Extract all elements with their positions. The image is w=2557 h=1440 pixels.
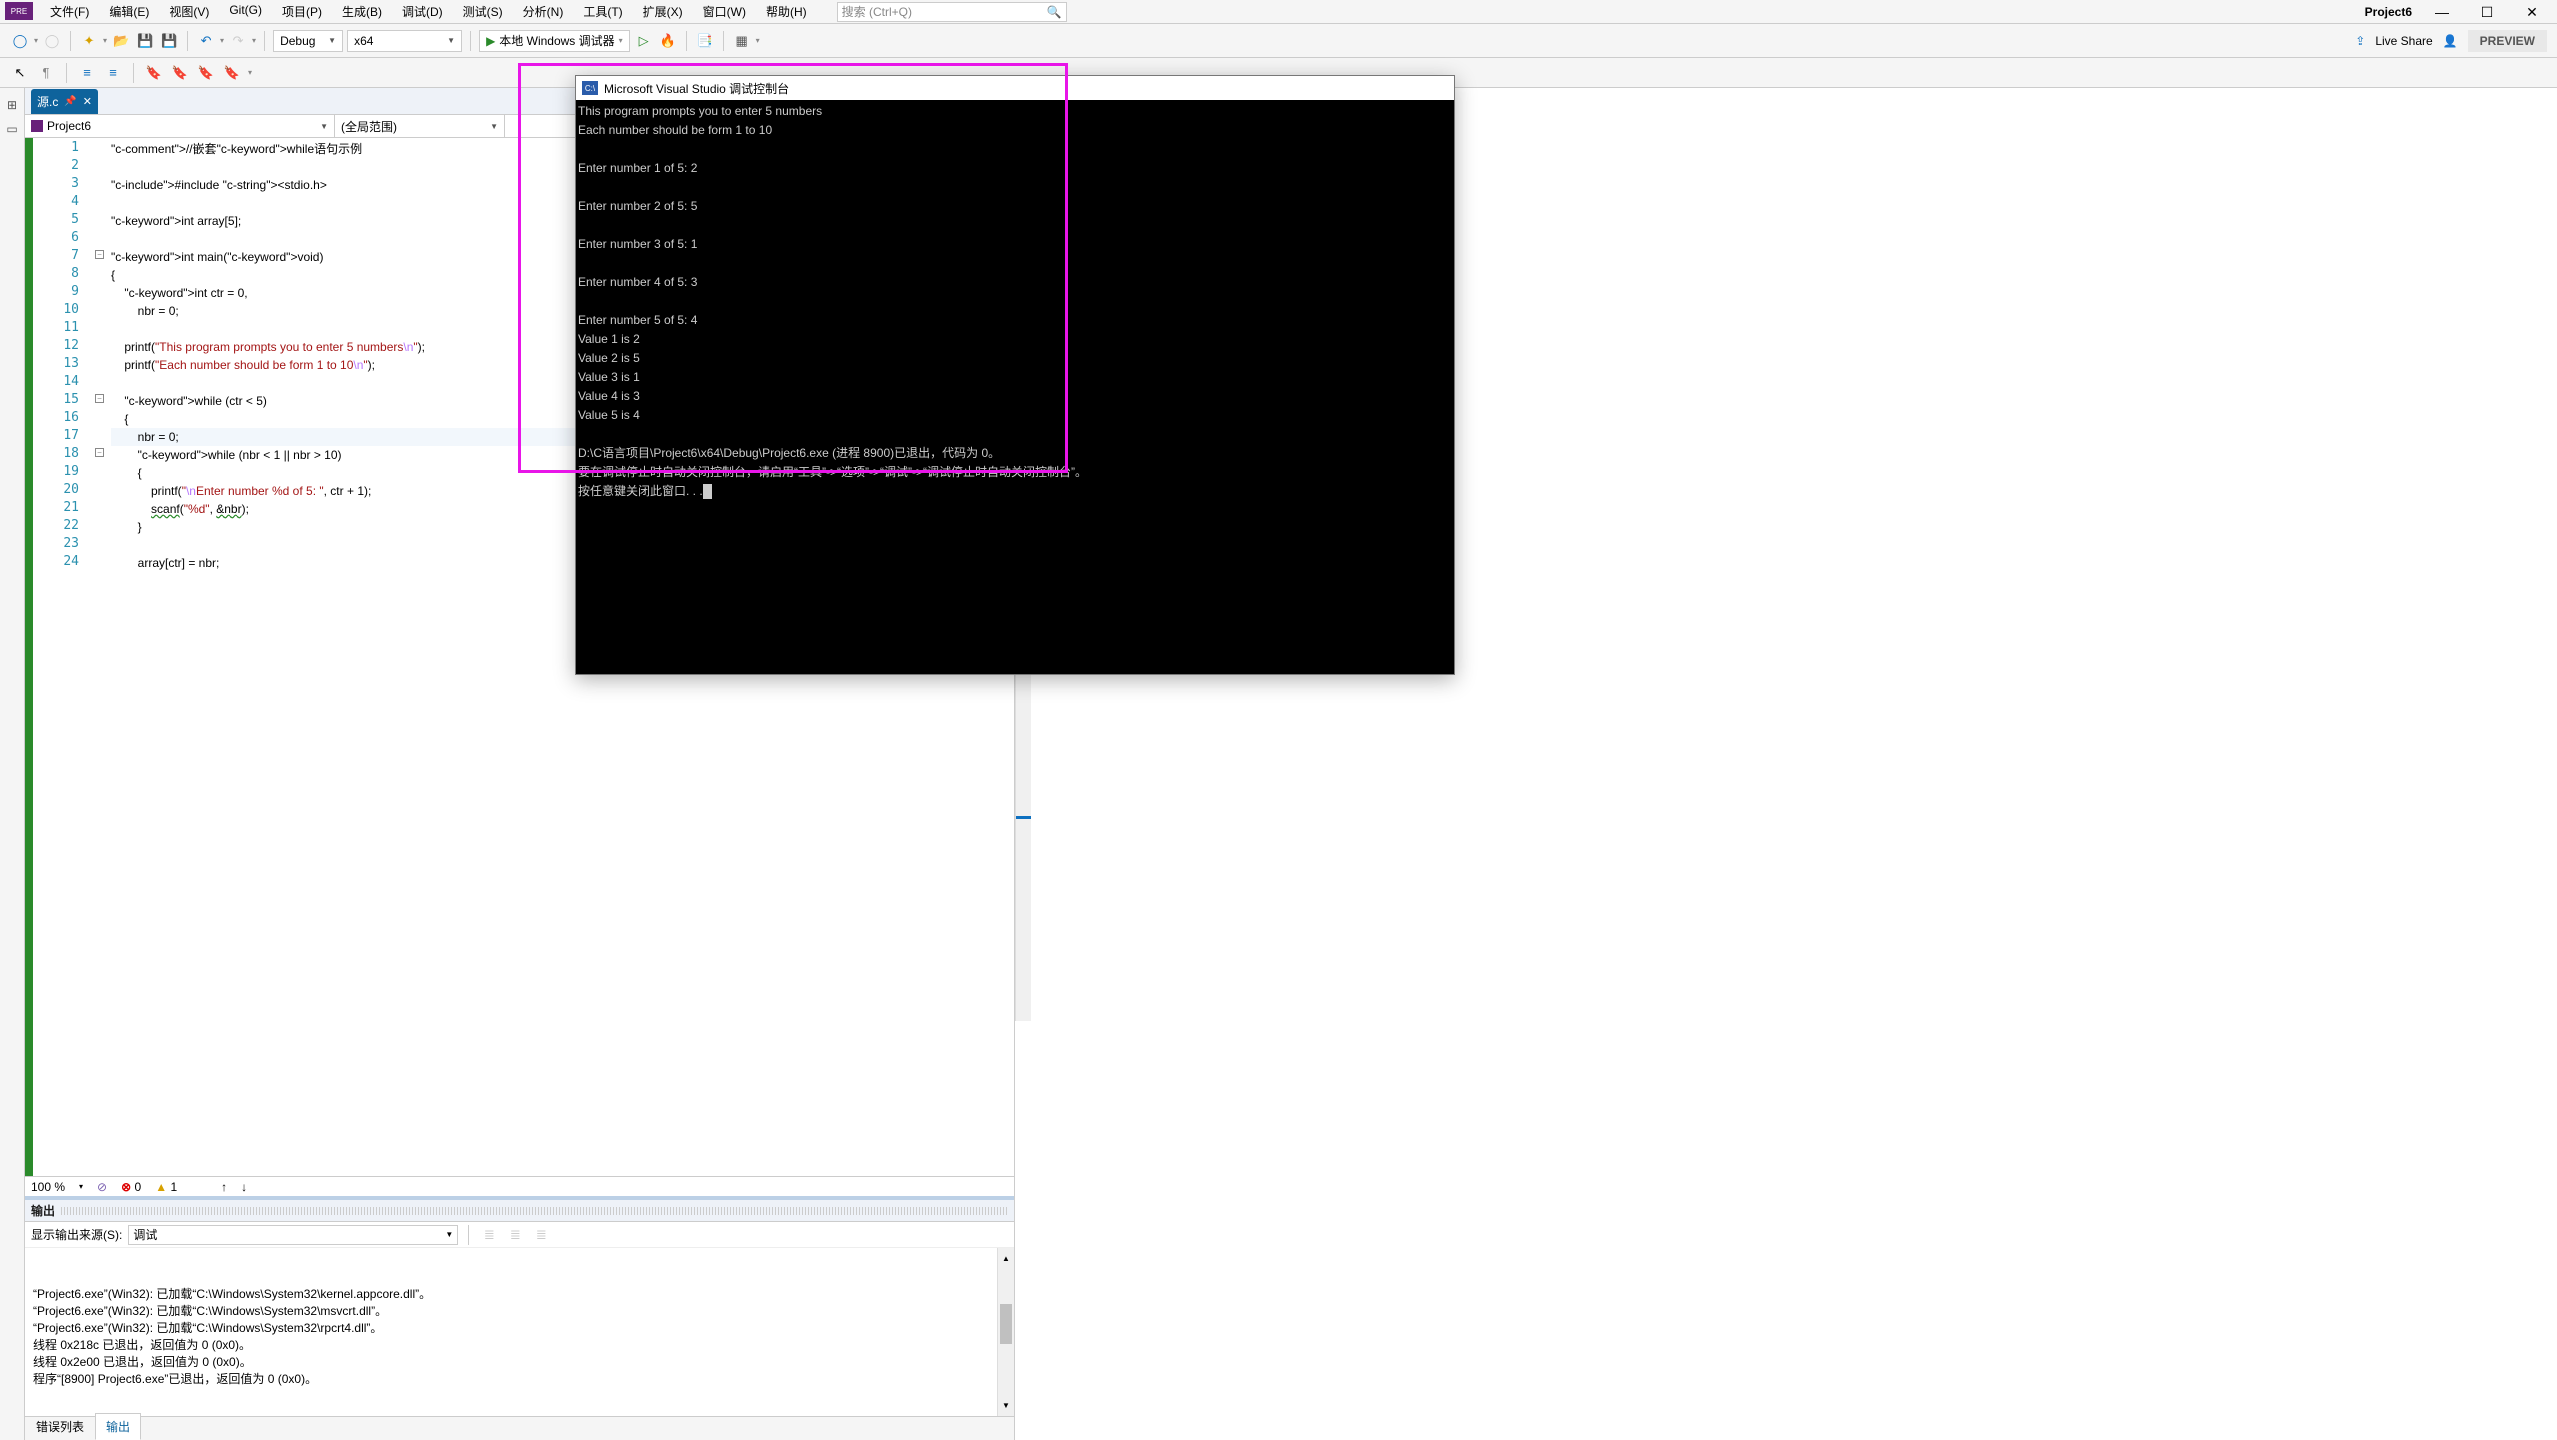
- output-text[interactable]: “Project6.exe”(Win32): 已加载“C:\Windows\Sy…: [25, 1248, 1014, 1416]
- output-source-dropdown[interactable]: 调试▼: [128, 1225, 458, 1245]
- output-title-bar[interactable]: 输出: [25, 1200, 1014, 1222]
- bottom-tab-strip: 错误列表 输出: [25, 1416, 1014, 1440]
- menu-文件(F)[interactable]: 文件(F): [40, 0, 99, 24]
- console-title-text: Microsoft Visual Studio 调试控制台: [604, 80, 789, 97]
- vs-logo-icon: PRE: [5, 2, 33, 20]
- menu-窗口(W)[interactable]: 窗口(W): [693, 0, 756, 24]
- menu-帮助(H)[interactable]: 帮助(H): [756, 0, 817, 24]
- main-toolbar: ◯ ▾ ◯ ✦ ▾ 📂 💾 💾 ↶ ▾ ↷ ▾ Debug▼ x64▼ ▶ 本地…: [0, 24, 2557, 58]
- redo-icon[interactable]: ↷: [228, 31, 248, 51]
- tab-close-icon[interactable]: ✕: [83, 95, 92, 108]
- menu-测试(S)[interactable]: 测试(S): [453, 0, 513, 24]
- nav-scope-dropdown[interactable]: (全局范围)▼: [335, 115, 505, 137]
- menu-视图(V)[interactable]: 视图(V): [159, 0, 219, 24]
- fold-toggle[interactable]: −: [95, 250, 104, 259]
- preview-button[interactable]: PREVIEW: [2468, 30, 2547, 52]
- warning-count: 1: [170, 1180, 177, 1194]
- menu-Git(G)[interactable]: Git(G): [219, 0, 272, 24]
- config-dropdown[interactable]: Debug▼: [273, 30, 343, 52]
- warning-icon: ▲: [155, 1180, 167, 1194]
- file-browser-icon[interactable]: 📑: [695, 31, 715, 51]
- console-title-bar[interactable]: C:\ Microsoft Visual Studio 调试控制台: [576, 76, 1454, 100]
- output-source-label: 显示输出来源(S):: [31, 1226, 122, 1243]
- rail-icon-2[interactable]: ▭: [6, 122, 17, 136]
- output-toolbar: 显示输出来源(S): 调试▼ ≣ ≣ ≣: [25, 1222, 1014, 1248]
- rail-icon-1[interactable]: ⊞: [7, 98, 17, 112]
- tab-output[interactable]: 输出: [95, 1413, 141, 1440]
- debug-console-window[interactable]: C:\ Microsoft Visual Studio 调试控制台 This p…: [575, 75, 1455, 675]
- search-input[interactable]: 搜索 (Ctrl+Q) 🔍: [837, 2, 1067, 22]
- bookmark-prev-icon[interactable]: 🔖: [170, 63, 190, 83]
- live-share-button[interactable]: Live Share: [2375, 34, 2432, 48]
- save-all-icon[interactable]: 💾: [159, 31, 179, 51]
- start-without-debug-icon[interactable]: ▷: [634, 31, 654, 51]
- nav-up-icon[interactable]: ↑: [221, 1180, 227, 1194]
- play-icon: ▶: [486, 34, 495, 48]
- file-tab-label: 源.c: [37, 93, 58, 110]
- project-cube-icon: [31, 120, 43, 132]
- indent-icon[interactable]: ≡: [77, 63, 97, 83]
- bookmark-clear-icon[interactable]: 🔖: [222, 63, 242, 83]
- output-panel: 输出 显示输出来源(S): 调试▼ ≣ ≣ ≣ “Project6.exe”(W…: [25, 1196, 1014, 1416]
- editor-status-bar: 100 % ▾ ⊘ ⊗ 0 ▲ 1 ↑ ↓: [25, 1176, 1014, 1196]
- search-placeholder: 搜索 (Ctrl+Q): [842, 3, 912, 20]
- bookmark-next-icon[interactable]: 🔖: [196, 63, 216, 83]
- left-tool-rail: 服务器资源管理器 ⊞ ▭: [0, 88, 25, 1440]
- health-icon[interactable]: ⊘: [97, 1180, 107, 1194]
- fold-toggle[interactable]: −: [95, 394, 104, 403]
- output-icon-2[interactable]: ≣: [505, 1225, 525, 1245]
- live-share-icon[interactable]: ⇪: [2355, 34, 2365, 48]
- console-icon: C:\: [582, 81, 598, 95]
- outdent-icon[interactable]: ≡: [103, 63, 123, 83]
- tab-error-list[interactable]: 错误列表: [25, 1413, 95, 1440]
- maximize-button[interactable]: ☐: [2472, 2, 2502, 22]
- menubar: PRE 文件(F)编辑(E)视图(V)Git(G)项目(P)生成(B)调试(D)…: [0, 0, 2557, 24]
- forward-icon[interactable]: ◯: [42, 31, 62, 51]
- close-button[interactable]: ✕: [2517, 2, 2547, 22]
- undo-icon[interactable]: ↶: [196, 31, 216, 51]
- error-icon: ⊗: [121, 1180, 131, 1194]
- bookmark-icon[interactable]: 🔖: [144, 63, 164, 83]
- hot-reload-icon[interactable]: 🔥: [658, 31, 678, 51]
- save-icon[interactable]: 💾: [135, 31, 155, 51]
- layout-icon[interactable]: ▦: [732, 31, 752, 51]
- menu-扩展(X)[interactable]: 扩展(X): [633, 0, 693, 24]
- nav-project-dropdown[interactable]: Project6▼: [25, 115, 335, 137]
- menu-编辑(E)[interactable]: 编辑(E): [99, 0, 159, 24]
- feedback-icon[interactable]: 👤: [2443, 34, 2458, 48]
- word-wrap-icon[interactable]: ¶: [36, 63, 56, 83]
- menu-工具(T)[interactable]: 工具(T): [573, 0, 632, 24]
- menu-项目(P)[interactable]: 项目(P): [272, 0, 332, 24]
- open-icon[interactable]: 📂: [111, 31, 131, 51]
- output-scrollbar[interactable]: ▲ ▼: [997, 1248, 1014, 1416]
- file-tab-source[interactable]: 源.c 📌 ✕: [31, 89, 98, 114]
- change-indicator: [25, 138, 33, 1176]
- new-project-icon[interactable]: ✦: [79, 31, 99, 51]
- outline-column: − − −: [93, 138, 111, 1176]
- menu-生成(B)[interactable]: 生成(B): [332, 0, 392, 24]
- start-debug-button[interactable]: ▶ 本地 Windows 调试器 ▾: [479, 30, 630, 52]
- line-number-gutter: 123456789101112131415161718192021222324: [33, 138, 93, 1176]
- console-output: This program prompts you to enter 5 numb…: [576, 100, 1454, 503]
- nav-down-icon[interactable]: ↓: [241, 1180, 247, 1194]
- fold-toggle[interactable]: −: [95, 448, 104, 457]
- pin-icon[interactable]: 📌: [64, 96, 76, 107]
- menu-调试(D)[interactable]: 调试(D): [392, 0, 453, 24]
- platform-dropdown[interactable]: x64▼: [347, 30, 462, 52]
- zoom-level[interactable]: 100 %: [31, 1180, 65, 1194]
- search-icon: 🔍: [1047, 5, 1062, 19]
- output-icon-1[interactable]: ≣: [479, 1225, 499, 1245]
- solution-name: Project6: [2365, 5, 2412, 19]
- error-count: 0: [135, 1180, 142, 1194]
- menu-分析(N)[interactable]: 分析(N): [513, 0, 574, 24]
- back-icon[interactable]: ◯: [10, 31, 30, 51]
- output-icon-3[interactable]: ≣: [531, 1225, 551, 1245]
- minimize-button[interactable]: —: [2427, 2, 2457, 22]
- pointer-icon[interactable]: ↖: [10, 63, 30, 83]
